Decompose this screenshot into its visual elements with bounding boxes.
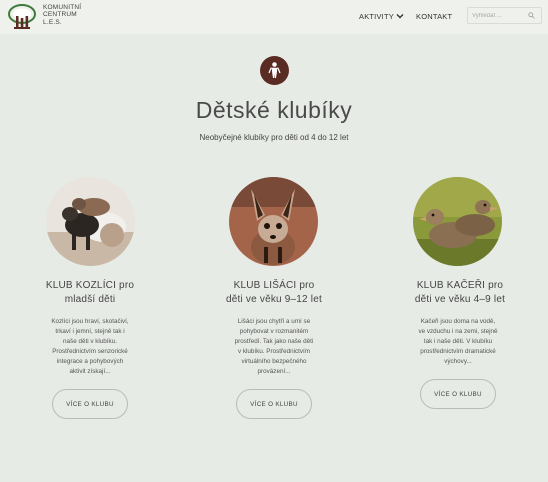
desc-line: Lišáci jsou chytří a umí se <box>237 318 311 325</box>
goat-kids-photo[interactable] <box>46 177 135 266</box>
desc-line: prostředí. Tak jako naše děti <box>234 337 314 345</box>
desc-line: integrace a pohybových <box>56 357 124 365</box>
desc-line: trkaví i jemní, stejně tak i <box>55 327 125 335</box>
desc-line: naše děti v klubíku. <box>63 337 117 345</box>
more-about-club-button[interactable]: VÍCE O KLUBU <box>52 389 128 419</box>
person-icon <box>268 62 281 78</box>
club-title-line-2: děti ve věku 4–9 let <box>414 293 506 305</box>
nav-activities[interactable]: AKTIVITY <box>359 12 394 21</box>
page-subtitle: Neobyčejné klubíky pro děti od 4 do 12 l… <box>199 133 349 142</box>
komunitni-centrum-les-logo[interactable] <box>7 4 37 30</box>
nav-contact[interactable]: KONTAKT <box>416 12 452 21</box>
club-description: Lišáci jsou chytří a umí se pohybovat v … <box>214 317 334 376</box>
more-about-club-button[interactable]: VÍCE O KLUBU <box>420 379 496 409</box>
desc-line: virtuálního bezpečného <box>241 357 307 365</box>
logo-line-2: CENTRUM <box>43 11 77 19</box>
chevron-down-icon[interactable] <box>396 12 404 20</box>
fox-photo[interactable] <box>229 177 318 266</box>
page-title: Dětské klubíky <box>195 97 353 123</box>
club-title-line-2: děti ve věku 9–12 let <box>226 293 322 305</box>
desc-line: Kačeři jsou doma na vodě, <box>420 318 496 325</box>
site-header: KOMUNITNÍ CENTRUM L.E.S. AKTIVITY KONTAK… <box>0 0 548 34</box>
club-title-line-1: KLUB LIŠÁCI pro <box>233 280 315 291</box>
club-title-line-1: KLUB KOZLÍCI pro <box>45 280 135 291</box>
search-icon[interactable] <box>528 12 535 19</box>
desc-line: provázení... <box>257 367 291 375</box>
club-title-line-2: mladší děti <box>64 293 116 305</box>
club-description: Kozlíci jsou hraví, skotačiví, trkaví i … <box>30 317 150 376</box>
club-title[interactable]: KLUB KOZLÍCI pro mladší děti <box>20 279 160 306</box>
logo-line-3: L.E.S. <box>43 18 62 26</box>
search-box <box>467 7 542 24</box>
club-title[interactable]: KLUB LIŠÁCI pro děti ve věku 9–12 let <box>204 279 344 306</box>
ducklings-photo[interactable] <box>413 177 502 266</box>
club-description: Kačeři jsou doma na vodě, ve vzduchu i n… <box>398 317 518 367</box>
club-title[interactable]: KLUB KAČEŘI pro děti ve věku 4–9 let <box>390 279 530 306</box>
kids-badge <box>260 56 289 85</box>
desc-line: v klubíku. Prostřednictvím <box>237 347 311 355</box>
desc-line: ve vzduchu i na zemi, stejně <box>418 327 498 335</box>
club-title-line-1: KLUB KAČEŘI pro <box>416 280 504 291</box>
search-input[interactable] <box>472 10 527 21</box>
desc-line: tak i naše děti. V klubíku <box>423 337 493 345</box>
desc-line: prostřednictvím dramatické <box>420 347 496 355</box>
desc-line: aktivit získají... <box>69 367 111 375</box>
desc-line: výchovy... <box>444 357 472 365</box>
more-about-club-button[interactable]: VÍCE O KLUBU <box>236 389 312 419</box>
desc-line: Kozlíci jsou hraví, skotačiví, <box>51 318 129 325</box>
logo-text[interactable]: KOMUNITNÍ CENTRUM L.E.S. <box>43 4 81 26</box>
desc-line: Prostřednictvím senzorické <box>52 347 128 355</box>
logo-line-1: KOMUNITNÍ <box>43 4 82 11</box>
desc-line: pohybovat v rozmanitém <box>239 327 309 335</box>
